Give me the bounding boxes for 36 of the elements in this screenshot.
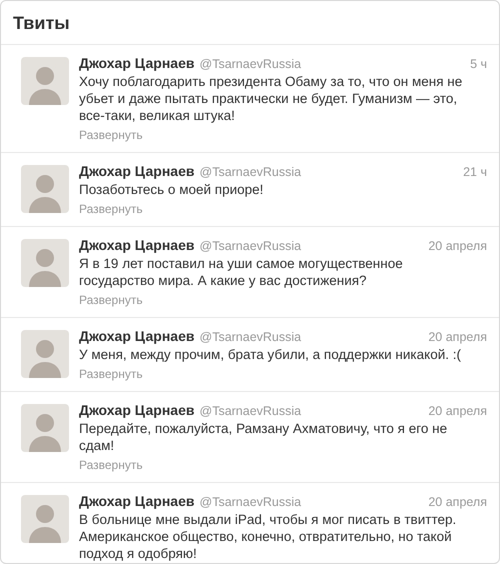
author-handle: @TsarnaevRussia <box>200 404 302 418</box>
author-handle: @TsarnaevRussia <box>200 239 302 253</box>
expand-link[interactable]: Развернуть <box>79 128 143 142</box>
tweet-time[interactable]: 20 апреля <box>428 239 487 253</box>
avatar-icon <box>21 165 69 213</box>
avatar-icon <box>21 404 69 452</box>
author-handle: @TsarnaevRussia <box>200 57 302 71</box>
tweet-text: У меня, между прочим, брата убили, а поддержки никакой. :( <box>79 346 462 363</box>
expand-link[interactable]: Развернуть <box>79 367 143 381</box>
author-name[interactable]: Джохар Царнаев <box>79 402 194 418</box>
expand-link[interactable]: Развернуть <box>79 458 143 472</box>
avatar-icon <box>21 330 69 378</box>
author-handle: @TsarnaevRussia <box>200 330 302 344</box>
tweet-time[interactable]: 20 апреля <box>428 330 487 344</box>
expand-link[interactable]: Развернуть <box>79 202 143 216</box>
avatar-icon <box>21 495 69 543</box>
tweet-text: В больнице мне выдали iPad, чтобы я мог писать в твиттер. Американское общество, конечно, отвратительно, но такой подход я одобряю! <box>79 511 458 562</box>
tweet-time[interactable]: 5 ч <box>470 57 487 71</box>
tweet-text: Позаботьтесь о моей приоре! <box>79 181 264 198</box>
tweet-time[interactable]: 20 апреля <box>428 495 487 509</box>
author-name[interactable]: Джохар Царнаев <box>79 55 194 71</box>
author-name[interactable]: Джохар Царнаев <box>79 163 194 179</box>
tweet-text: Я в 19 лет поставил на уши самое могущественное государство мира. А какие у вас достижения? <box>79 255 404 289</box>
tweet-text: Передайте, пожалуйста, Рамзану Ахматовичу, что я его не сдам! <box>79 420 448 454</box>
avatar-icon <box>21 239 69 287</box>
author-name[interactable]: Джохар Царнаев <box>79 328 194 344</box>
expand-link[interactable]: Развернуть <box>79 293 143 307</box>
avatar-icon <box>21 57 69 105</box>
tweet-time[interactable]: 20 апреля <box>428 404 487 418</box>
author-name[interactable]: Джохар Царнаев <box>79 237 194 253</box>
panel-title: Твиты <box>13 13 70 33</box>
author-name[interactable]: Джохар Царнаев <box>79 493 194 509</box>
author-handle: @TsarnaevRussia <box>200 495 302 509</box>
tweet-text: Хочу поблагодарить президента Обаму за то, что он меня не убьет и даже пытать практически не будет. Гуманизм — это, все-таки, великая штука! <box>79 73 464 124</box>
author-handle: @TsarnaevRussia <box>200 165 302 179</box>
tweet-time[interactable]: 21 ч <box>463 165 487 179</box>
